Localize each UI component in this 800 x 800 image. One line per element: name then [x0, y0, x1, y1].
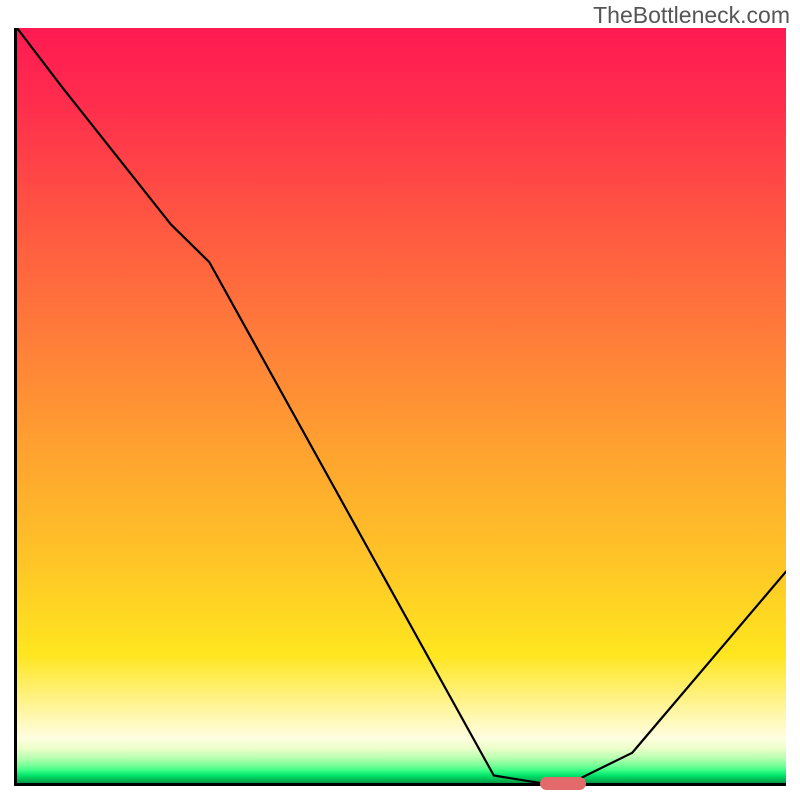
watermark-text: TheBottleneck.com	[593, 2, 790, 29]
plot-area	[14, 28, 786, 786]
curve-svg	[17, 28, 786, 783]
chart-container: TheBottleneck.com	[0, 0, 800, 800]
optimal-range-marker	[540, 777, 586, 790]
bottleneck-curve-path	[17, 28, 786, 783]
